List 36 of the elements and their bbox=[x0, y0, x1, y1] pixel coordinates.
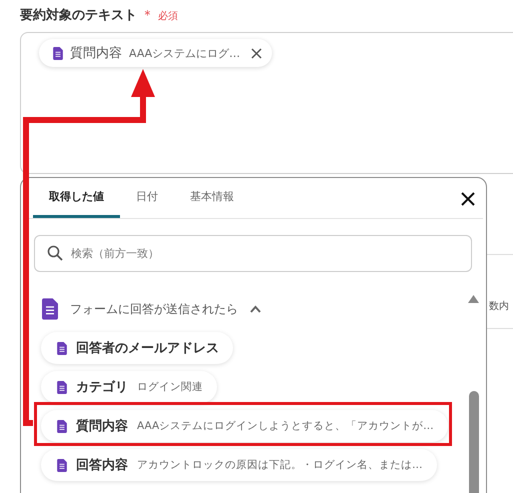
form-icon bbox=[53, 46, 63, 60]
field-label: 要約対象のテキスト bbox=[20, 6, 137, 24]
value-chip[interactable]: 質問内容 AAAシステムにログ… bbox=[39, 39, 272, 67]
value-item[interactable]: カテゴリ ログイン関連 bbox=[41, 371, 217, 403]
scroll-up-icon[interactable] bbox=[468, 295, 479, 303]
required-text: 必須 bbox=[158, 10, 178, 23]
item-value: ログイン関連 bbox=[137, 380, 203, 394]
chevron-icon[interactable] bbox=[250, 305, 261, 313]
form-icon bbox=[57, 380, 67, 394]
search-field[interactable]: 検索（前方一致） bbox=[34, 235, 472, 272]
tab[interactable]: 基本情報 bbox=[174, 189, 250, 218]
background-text: 数内 bbox=[489, 300, 509, 313]
item-name: カテゴリ bbox=[76, 379, 128, 396]
item-value: AAAシステムにログインしようとすると、「アカウントが… bbox=[137, 419, 434, 433]
tab[interactable]: 取得した値 bbox=[33, 189, 120, 218]
required-mark: ＊ bbox=[141, 7, 154, 24]
group-title: フォームに回答が送信されたら bbox=[70, 300, 238, 318]
value-item[interactable]: 質問内容 AAAシステムにログインしようとすると、「アカウントが… bbox=[41, 410, 448, 442]
remove-icon[interactable] bbox=[251, 48, 262, 58]
form-icon bbox=[57, 342, 67, 354]
item-value: アカウントロックの原因は下記。・ログイン名、または… bbox=[137, 458, 422, 472]
close-icon[interactable] bbox=[461, 192, 475, 206]
chip-value: AAAシステムにログ… bbox=[129, 46, 240, 60]
form-icon bbox=[42, 298, 58, 320]
value-item[interactable]: 回答内容 アカウントロックの原因は下記。・ログイン名、または… bbox=[41, 449, 436, 481]
text-field[interactable]: 質問内容 AAAシステムにログ… bbox=[20, 32, 513, 174]
item-name: 回答内容 bbox=[76, 456, 128, 474]
item-name: 回答者のメールアドレス bbox=[76, 340, 219, 357]
item-name: 質問内容 bbox=[76, 418, 128, 435]
tab[interactable]: 日付 bbox=[120, 189, 174, 218]
form-icon bbox=[57, 420, 67, 432]
scrollbar-thumb[interactable] bbox=[469, 391, 479, 493]
value-item[interactable]: 回答者のメールアドレス bbox=[41, 332, 233, 364]
chip-name: 質問内容 bbox=[70, 45, 122, 62]
form-icon bbox=[57, 458, 67, 472]
search-icon bbox=[47, 245, 63, 261]
